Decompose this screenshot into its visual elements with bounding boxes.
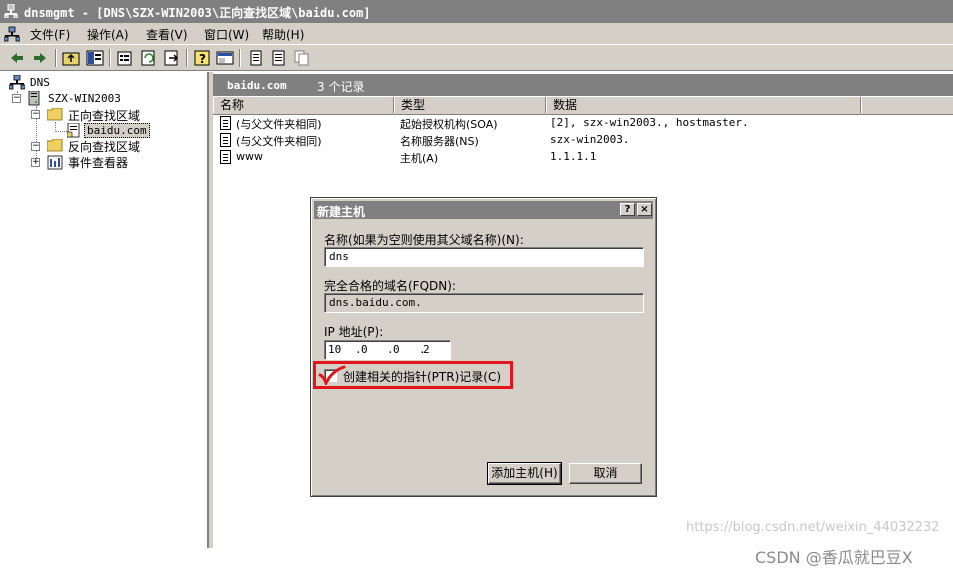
fqdn-label: 完全合格的域名(FQDN): xyxy=(324,279,456,293)
menu-help[interactable]: 帮助(H) xyxy=(262,26,304,43)
add-host-button[interactable]: 添加主机(H) xyxy=(487,462,562,485)
forward-icon[interactable] xyxy=(31,49,49,67)
tree-line xyxy=(55,131,67,133)
app-menu-icon[interactable] xyxy=(4,26,20,42)
watermark-brand: CSDN @香瓜就巴豆X xyxy=(755,548,913,567)
ip-octet-4[interactable]: 2 xyxy=(423,341,430,359)
ip-octet-2[interactable]: 0 xyxy=(361,341,368,359)
window-title: dnsmgmt - [DNS\SZX-WIN2003\正向查找区域\baidu.… xyxy=(24,6,371,20)
ip-label: IP 地址(P): xyxy=(324,325,384,339)
tree-node-dns[interactable]: DNS xyxy=(30,76,50,89)
tree-node-server[interactable]: SZX-WIN2003 xyxy=(48,92,121,105)
record-icon xyxy=(220,116,231,130)
up-folder-icon[interactable] xyxy=(62,49,80,67)
ip-address-input[interactable]: 10 . 0 . 0 . 2 xyxy=(324,340,451,360)
record-name: (与父文件夹相同) xyxy=(236,118,322,131)
help-icon[interactable]: ? xyxy=(193,49,211,67)
dns-root-icon xyxy=(9,75,25,90)
menu-file[interactable]: 文件(F) xyxy=(30,26,70,43)
toolbar-separator xyxy=(239,49,241,67)
expand-toggle[interactable]: + xyxy=(31,158,40,167)
copy-icon[interactable] xyxy=(293,49,311,67)
window-title-bar: dnsmgmt - [DNS\SZX-WIN2003\正向查找区域\baidu.… xyxy=(0,0,953,23)
dialog-title-bar[interactable]: 新建主机 ? × xyxy=(314,201,653,219)
show-tree-icon[interactable] xyxy=(86,49,104,67)
collapse-toggle[interactable]: − xyxy=(31,142,40,151)
column-name[interactable]: 名称 xyxy=(213,97,394,113)
record-icon xyxy=(220,150,231,164)
ip-octet-1[interactable]: 10 xyxy=(328,341,341,359)
column-empty xyxy=(861,97,953,113)
properties-icon[interactable] xyxy=(116,49,134,67)
export-icon[interactable] xyxy=(163,49,181,67)
svg-text:?: ? xyxy=(199,52,206,66)
record-data: 1.1.1.1 xyxy=(550,150,597,163)
ip-octet-3[interactable]: 0 xyxy=(393,341,400,359)
record-count: 3 个记录 xyxy=(317,80,365,94)
column-type[interactable]: 类型 xyxy=(394,97,546,113)
refresh-icon[interactable] xyxy=(140,49,158,67)
zone-file-icon xyxy=(67,123,80,138)
menu-bar: 文件(F) 操作(A) 查看(V) 窗口(W) 帮助(H) xyxy=(0,23,953,44)
menu-window[interactable]: 窗口(W) xyxy=(204,26,249,43)
dialog-close-button[interactable]: × xyxy=(637,203,652,216)
toolbar-separator xyxy=(109,49,111,67)
column-header: 名称 类型 数据 xyxy=(213,97,953,115)
new-record-icon[interactable] xyxy=(247,49,265,67)
toolbar-separator xyxy=(186,49,188,67)
dialog-title: 新建主机 xyxy=(317,205,366,219)
fqdn-field: dns.baidu.com. xyxy=(324,293,644,313)
server-icon xyxy=(28,91,40,106)
menu-view[interactable]: 查看(V) xyxy=(146,26,188,43)
collapse-toggle[interactable]: − xyxy=(31,110,40,119)
tree-node-event-viewer[interactable]: 事件查看器 xyxy=(68,154,128,171)
menu-action[interactable]: 操作(A) xyxy=(87,26,129,43)
event-viewer-icon xyxy=(47,155,63,170)
record-name: (与父文件夹相同) xyxy=(236,135,322,148)
cancel-button[interactable]: 取消 xyxy=(569,463,642,484)
toolbar-separator xyxy=(55,49,57,67)
console-tree: DNS − SZX-WIN2003 − 正向查找区域 baidu.com − 反… xyxy=(0,72,209,548)
folder-icon xyxy=(47,139,63,152)
name-label: 名称(如果为空则使用其父域名称)(N): xyxy=(324,233,524,247)
tree-node-reverse-zone[interactable]: 反向查找区域 xyxy=(68,138,140,155)
tree-node-forward-zone[interactable]: 正向查找区域 xyxy=(68,107,140,124)
check-mark-annotation xyxy=(318,365,346,385)
record-type: 起始授权机构(SOA) xyxy=(400,118,498,131)
folder-open-icon xyxy=(47,108,63,121)
back-icon[interactable] xyxy=(8,49,26,67)
watermark-url: https://blog.csdn.net/weixin_44032232 xyxy=(686,520,940,535)
host-name-input[interactable]: dns xyxy=(324,247,644,267)
record-data: szx-win2003. xyxy=(550,133,630,146)
record-data: [2], szx-win2003., hostmaster. xyxy=(550,116,749,129)
new-host-dialog: 新建主机 ? × 名称(如果为空则使用其父域名称)(N): dns 完全合格的域… xyxy=(310,197,657,497)
record-icon xyxy=(220,133,231,147)
dialog-help-button[interactable]: ? xyxy=(620,203,635,216)
console-icon[interactable] xyxy=(216,49,234,67)
tree-node-zone-selected[interactable]: baidu.com xyxy=(84,123,150,138)
result-pane-header: baidu.com 3 个记录 xyxy=(213,74,953,96)
record-name: www xyxy=(236,150,263,163)
toolbar: ? xyxy=(0,44,953,71)
collapse-toggle[interactable]: − xyxy=(12,94,21,103)
dns-server-icon xyxy=(4,4,18,18)
record-type: 名称服务器(NS) xyxy=(400,135,479,148)
result-zone-name: baidu.com xyxy=(227,79,287,92)
record-type: 主机(A) xyxy=(400,152,439,165)
column-data[interactable]: 数据 xyxy=(546,97,861,113)
new-doc-icon[interactable] xyxy=(270,49,288,67)
